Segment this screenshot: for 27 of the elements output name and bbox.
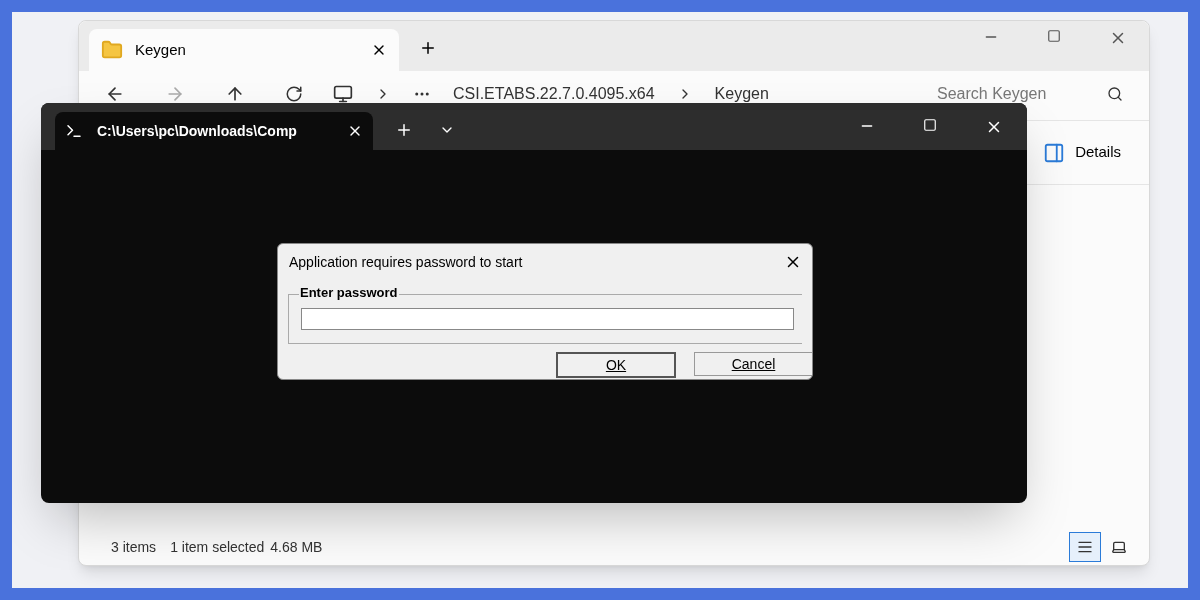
console-icon: [65, 122, 83, 140]
dialog-button[interactable]: OK: [556, 352, 676, 378]
details-button[interactable]: Details: [1043, 141, 1121, 164]
folder-tab[interactable]: Keygen: [89, 29, 399, 71]
selection-size: 4.68 MB: [270, 537, 323, 557]
maximize-icon[interactable]: [1047, 29, 1061, 43]
group-label: Enter password: [299, 286, 399, 299]
selection-status: 1 item selected: [170, 537, 265, 557]
folder-icon: [101, 39, 123, 61]
tab-title: Keygen: [135, 39, 187, 60]
details-pane-icon: [1043, 141, 1066, 164]
password-field[interactable]: [301, 308, 794, 330]
view-mode-button[interactable]: [1069, 532, 1101, 562]
dialog-title: Application requires password to start: [289, 252, 524, 272]
laptop-icon: [1111, 539, 1127, 555]
breadcrumb-item[interactable]: Keygen: [714, 84, 769, 103]
terminal-tab[interactable]: C:\Users\pc\Downloads\Comp: [55, 112, 373, 150]
search-icon[interactable]: [1107, 85, 1123, 102]
item-count: 3 items: [111, 537, 157, 557]
breadcrumb-item[interactable]: CSI.ETABS.22.7.0.4095.x64: [453, 84, 655, 103]
list-icon: [1077, 539, 1093, 555]
new-tab-icon[interactable]: [419, 39, 437, 57]
new-tab-icon[interactable]: [395, 121, 413, 139]
refresh-icon[interactable]: [285, 84, 303, 103]
monitor-icon[interactable]: [333, 83, 353, 104]
dialog-button[interactable]: Cancel: [694, 352, 812, 376]
tab-title: C:\Users\pc\Downloads\Comp: [97, 121, 298, 141]
